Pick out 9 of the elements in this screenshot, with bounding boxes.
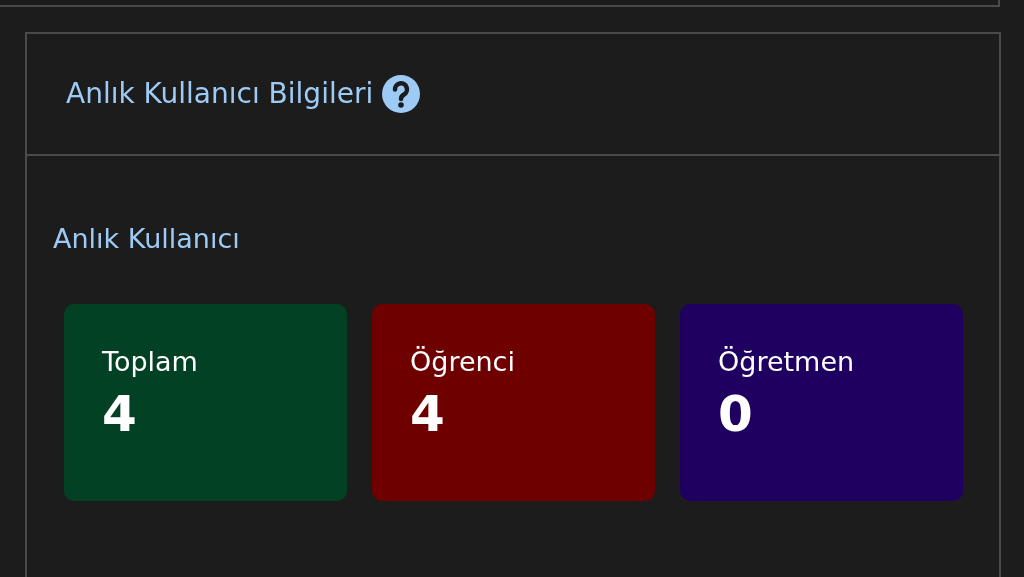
stat-value: 4 bbox=[102, 383, 137, 444]
stat-label: Öğrenci bbox=[410, 345, 515, 378]
stat-label: Toplam bbox=[102, 345, 198, 378]
help-icon[interactable] bbox=[381, 74, 422, 114]
stat-label: Öğretmen bbox=[718, 345, 855, 378]
stat-value: 0 bbox=[718, 383, 753, 444]
panel-title: Anlık Kullanıcı Bilgileri bbox=[66, 76, 374, 112]
stat-value: 4 bbox=[410, 383, 445, 444]
section-title: Anlık Kullanıcı bbox=[53, 222, 241, 256]
